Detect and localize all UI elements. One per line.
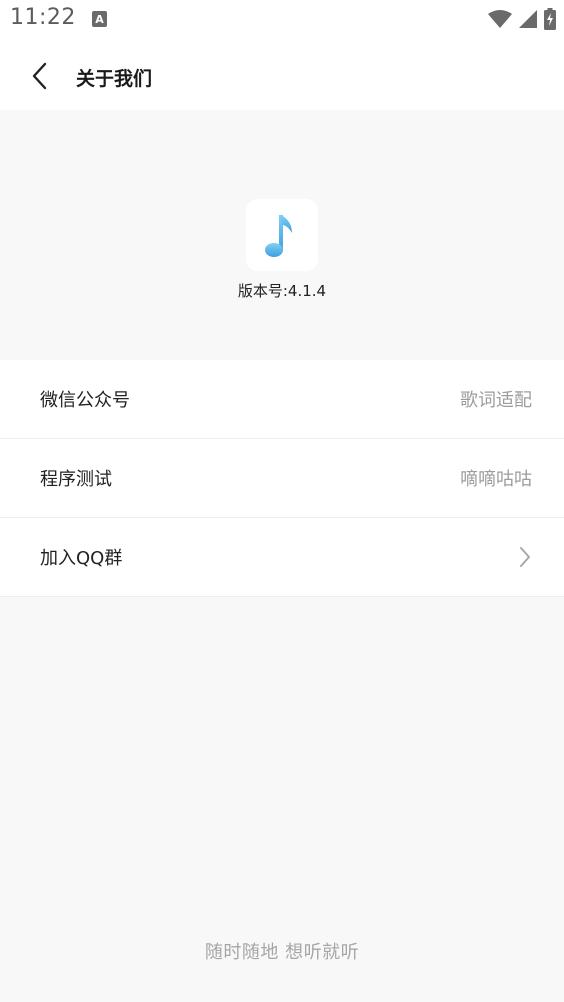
list-item-testing[interactable]: 程序测试 嘀嘀咕咕	[0, 439, 564, 518]
cellular-signal-icon	[519, 10, 537, 28]
list-item-label: 加入QQ群	[40, 548, 123, 569]
list-item-value: 歌词适配	[460, 390, 532, 411]
list-item-label: 程序测试	[40, 469, 112, 490]
app-logo	[246, 199, 318, 271]
about-list: 微信公众号 歌词适配 程序测试 嘀嘀咕咕 加入QQ群	[0, 360, 564, 597]
back-button[interactable]	[22, 58, 58, 94]
wifi-icon	[488, 10, 512, 28]
text-a-notification-icon: A	[92, 11, 107, 27]
status-icons	[488, 8, 556, 30]
list-item-label: 微信公众号	[40, 390, 130, 411]
version-label: 版本号:4.1.4	[237, 282, 327, 300]
about-hero: 版本号:4.1.4	[0, 110, 564, 360]
footer-slogan: 随时随地 想听就听	[204, 942, 360, 963]
status-bar: 11:22 A	[0, 0, 564, 38]
list-item-wechat[interactable]: 微信公众号 歌词适配	[0, 360, 564, 439]
status-time: 11:22	[10, 5, 76, 30]
page-title: 关于我们	[76, 68, 153, 90]
app-bar: 关于我们	[0, 38, 564, 110]
list-item-value: 嘀嘀咕咕	[460, 469, 532, 490]
battery-charging-icon	[544, 8, 556, 30]
music-note-icon	[265, 215, 292, 257]
list-item-join-qq-group[interactable]: 加入QQ群	[0, 518, 564, 597]
chevron-left-icon	[32, 62, 47, 90]
chevron-right-icon	[520, 547, 530, 567]
